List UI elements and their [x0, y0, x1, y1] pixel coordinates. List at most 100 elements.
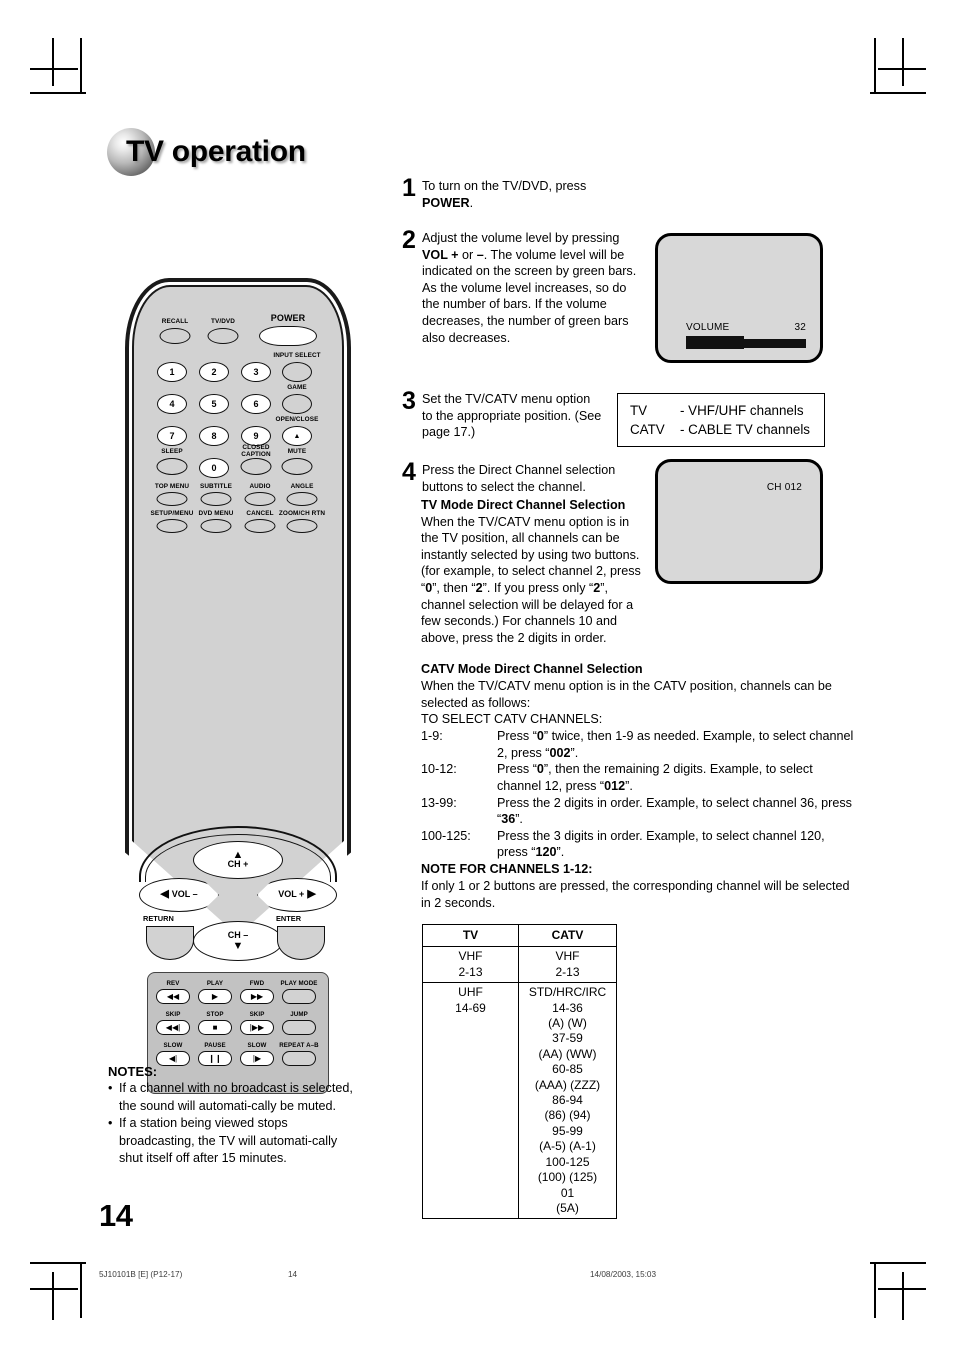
catv-range-desc: Press the 2 digits in order. Example, to…: [497, 795, 857, 828]
digit-8-button[interactable]: 8: [199, 426, 229, 446]
ch-down-button[interactable]: CH – ▼: [193, 921, 283, 961]
dvd-menu-button[interactable]: [200, 519, 232, 533]
digit-4-button[interactable]: 4: [157, 394, 187, 414]
play-mode-button[interactable]: [282, 989, 316, 1004]
game-button[interactable]: [282, 394, 312, 414]
volume-value: 32: [794, 322, 806, 333]
crop-mark-tr-v: [874, 38, 876, 94]
step-2: 2 Adjust the volume level by pressing VO…: [402, 227, 637, 346]
skip-forward-icon: |▶▶: [249, 1022, 265, 1032]
page-number: 14: [99, 1198, 133, 1233]
closed-caption-button[interactable]: [240, 458, 272, 475]
bullet-icon: •: [108, 1081, 113, 1095]
input-select-button[interactable]: [282, 362, 312, 382]
label-play-mode: PLAY MODE: [280, 980, 318, 987]
digit-0-button[interactable]: 0: [199, 458, 229, 478]
digit-3-button[interactable]: 3: [241, 362, 271, 382]
notes-section: NOTES: • If a channel with no broadcast …: [108, 1063, 360, 1168]
step-2-p1: Adjust the volume level by pressing: [422, 231, 620, 245]
step-2-p2: or: [458, 247, 477, 262]
return-button[interactable]: [146, 926, 194, 960]
subtitle-button[interactable]: [200, 492, 232, 506]
catv-range-key: 10-12:: [421, 762, 457, 777]
digit-5-button[interactable]: 5: [199, 394, 229, 414]
volume-bar-fill: [686, 336, 744, 349]
catv-range-row: 10-12: Press “0”, then the remaining 2 d…: [421, 761, 857, 794]
open-close-eject-icon[interactable]: ▲: [282, 426, 312, 446]
stop-button[interactable]: ■: [198, 1020, 232, 1035]
step-2-p3: . The volume level will be indicated on …: [422, 247, 637, 345]
page-title: TV operation: [107, 128, 306, 176]
vol-plus-label: VOL +: [278, 889, 305, 900]
ch-up-button[interactable]: ▲ CH +: [193, 841, 283, 879]
volume-osd-row: VOLUME 32: [686, 322, 806, 333]
catv-value: - CABLE TV channels: [680, 422, 811, 437]
cancel-button[interactable]: [244, 519, 276, 533]
crop-mark-tr-h2: [878, 68, 926, 70]
ch-plus-label: CH +: [227, 859, 249, 870]
setup-menu-button[interactable]: [156, 519, 188, 533]
r0-post: ”.: [570, 745, 579, 760]
step-1-tail: .: [469, 195, 474, 210]
fwd-button[interactable]: ▶▶: [240, 989, 274, 1004]
tv-mode-title: TV Mode Direct Channel Selection: [421, 498, 626, 512]
label-sleep: SLEEP: [161, 448, 183, 455]
audio-button[interactable]: [244, 492, 276, 506]
step-1: 1 To turn on the TV/DVD, press POWER.: [402, 175, 637, 211]
top-menu-button[interactable]: [156, 492, 188, 506]
digit-6-button[interactable]: 6: [241, 394, 271, 414]
recall-button[interactable]: [159, 328, 191, 344]
tv-mode-b2: 2: [475, 580, 483, 595]
step-1-bold: POWER: [422, 195, 470, 210]
label-audio: AUDIO: [249, 483, 271, 490]
crop-mark-br-h2: [878, 1288, 926, 1290]
step-4: 4 Press the Direct Channel selection but…: [402, 458, 642, 495]
step-4-number: 4: [402, 458, 416, 486]
footer-page-number: 14: [288, 1270, 298, 1279]
jump-button[interactable]: [282, 1020, 316, 1035]
sleep-button[interactable]: [156, 458, 188, 475]
label-slow-back: SLOW: [163, 1042, 183, 1049]
label-subtitle: SUBTITLE: [199, 483, 233, 490]
pause-icon: ❙❙: [208, 1053, 222, 1063]
digit-7-button[interactable]: 7: [157, 426, 187, 446]
catv-select-line: TO SELECT CATV CHANNELS:: [421, 712, 603, 727]
enter-button[interactable]: [277, 926, 325, 960]
digit-2-button[interactable]: 2: [199, 362, 229, 382]
mute-button[interactable]: [281, 458, 313, 475]
label-jump: JUMP: [290, 1011, 308, 1018]
note-text: If a channel with no broadcast is select…: [119, 1081, 353, 1113]
r2-mid: Press the 2 digits in order. Example, to…: [497, 795, 852, 827]
r0-b2: 002: [549, 745, 571, 760]
crop-mark-tl-h: [30, 92, 86, 94]
label-top-menu: TOP MENU: [154, 483, 190, 490]
crop-mark-tl-v: [80, 38, 82, 94]
catv-range-list: 1-9: Press “0” twice, then 1-9 as needed…: [421, 728, 857, 861]
down-arrow-icon: ▼: [232, 939, 244, 952]
r2-b2: 36: [501, 812, 516, 827]
play-icon: ▶: [211, 991, 219, 1001]
rev-button[interactable]: ◀◀: [156, 989, 190, 1004]
power-button[interactable]: [259, 326, 317, 346]
r1-post: ”.: [625, 778, 633, 793]
digit-9-button[interactable]: 9: [241, 426, 271, 446]
zoom-ch-rtn-button[interactable]: [286, 519, 318, 533]
label-enter: ENTER: [276, 914, 302, 923]
page-title-text: TV operation: [126, 135, 306, 169]
label-game: GAME: [287, 384, 307, 391]
catv-row: CATV - CABLE TV channels: [630, 420, 812, 439]
play-button[interactable]: ▶: [198, 989, 232, 1004]
skip-fwd-button[interactable]: |▶▶: [240, 1020, 274, 1035]
catv-mode-title: CATV Mode Direct Channel Selection: [421, 662, 643, 676]
skip-back-button[interactable]: ◀◀|: [156, 1020, 190, 1035]
crop-mark-tr-v2: [902, 38, 904, 86]
label-input-select: INPUT SELECT: [273, 352, 321, 359]
label-pause: PAUSE: [204, 1042, 226, 1049]
crop-mark-bl-h: [30, 1262, 86, 1264]
note-item: • If a channel with no broadcast is sele…: [108, 1080, 360, 1115]
slow-forward-icon: |▶: [252, 1053, 262, 1063]
angle-button[interactable]: [286, 492, 318, 506]
tvdvd-button[interactable]: [207, 328, 239, 344]
label-setup-menu: SETUP/MENU: [150, 510, 194, 517]
digit-1-button[interactable]: 1: [157, 362, 187, 382]
